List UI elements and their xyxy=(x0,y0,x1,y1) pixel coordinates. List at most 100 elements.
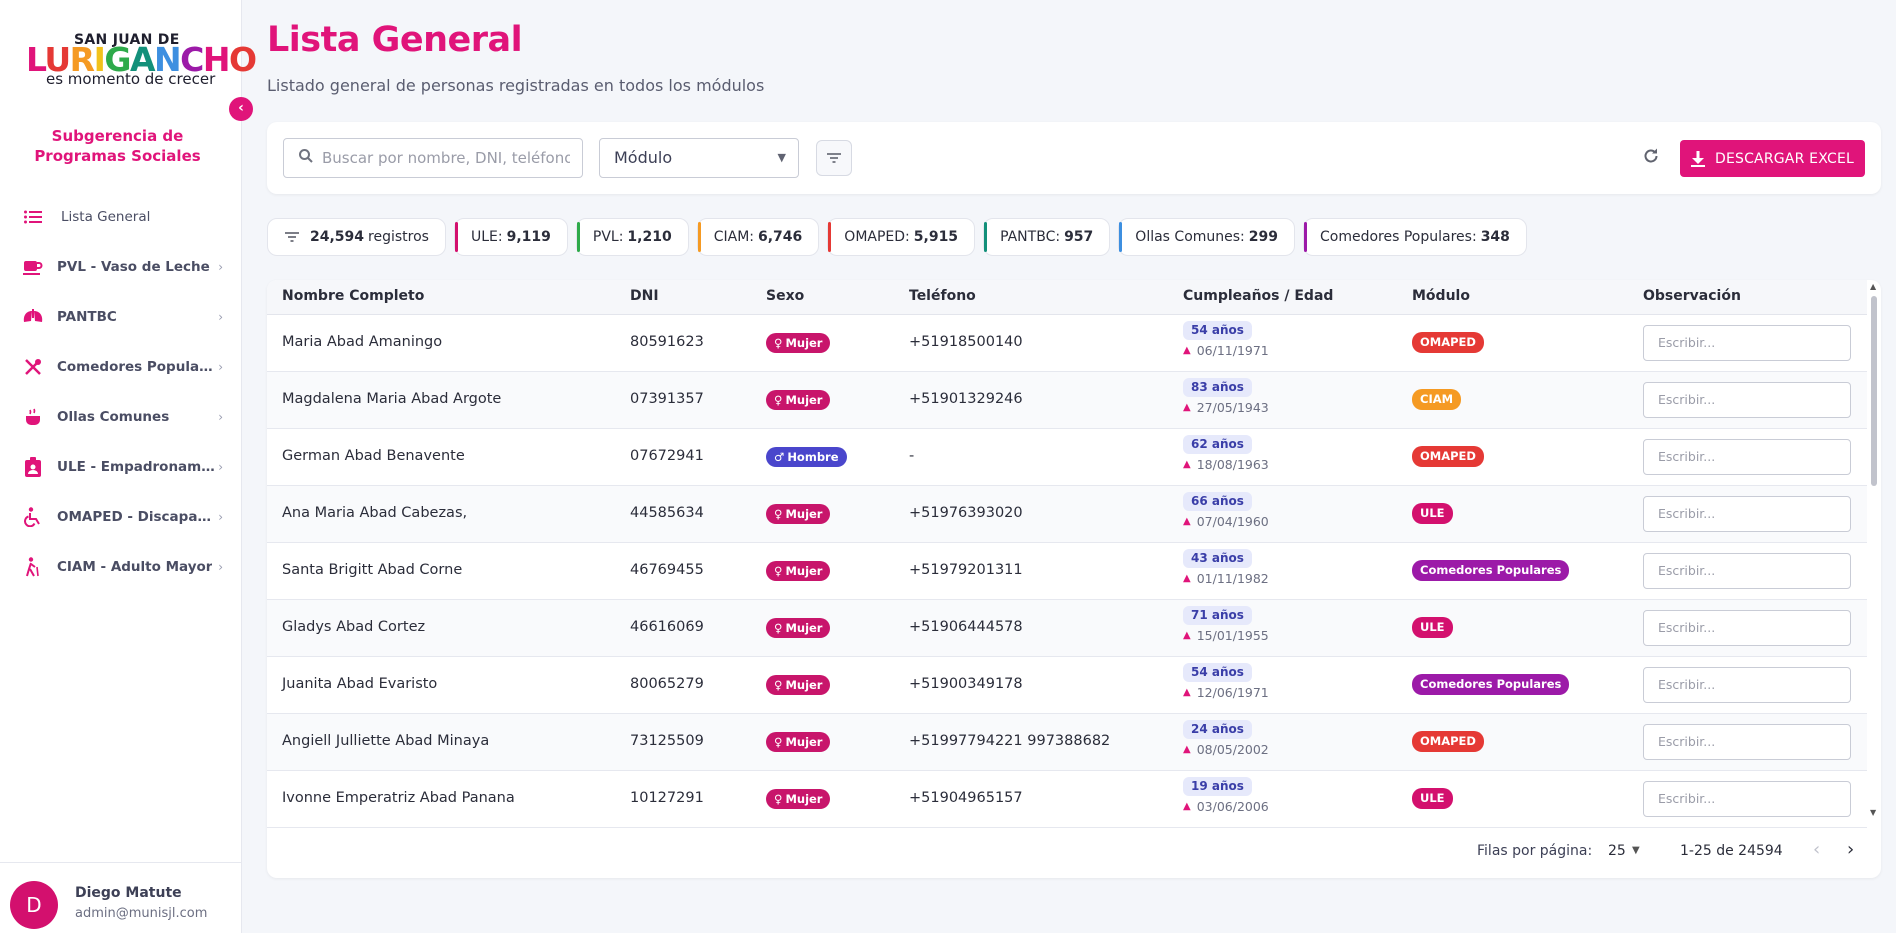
sidebar-item-omaped-discapacidad[interactable]: OMAPED - Discapacidad› xyxy=(0,492,241,542)
observation-input[interactable]: Escribir... xyxy=(1643,610,1851,646)
dni: 73125509 xyxy=(630,733,704,749)
dni: 46616069 xyxy=(630,619,704,635)
table-row[interactable]: Santa Brigitt Abad Corne 46769455 ♀ Mujer +… xyxy=(267,543,1867,600)
sidebar-item-ollas-comunes[interactable]: Ollas Comunes › xyxy=(0,392,241,442)
dni: 46769455 xyxy=(630,562,704,578)
birthday-age-cell: 62 años ▲ 18/08/1963 xyxy=(1183,435,1269,472)
age-badge: 71 años xyxy=(1183,606,1252,625)
user-panel[interactable]: D Diego Matute admin@munisjl.com xyxy=(0,862,241,933)
filter-icon xyxy=(285,232,299,242)
column-header[interactable]: Observación xyxy=(1643,280,1741,313)
person-name: Angiell Julliette Abad Minaya xyxy=(282,733,490,749)
table-row[interactable]: German Abad Benavente 07672941 ♂ Hombre - 62… xyxy=(267,429,1867,486)
cake-icon: ▲ xyxy=(1183,744,1191,755)
chevron-right-icon: › xyxy=(218,460,223,474)
table-row[interactable]: Juanita Abad Evaristo 80065279 ♀ Mujer +519… xyxy=(267,657,1867,714)
table-row[interactable]: Maria Abad Amaningo 80591623 ♀ Mujer +51918… xyxy=(267,315,1867,372)
column-header[interactable]: Cumpleaños / Edad xyxy=(1183,280,1333,313)
sidebar-item-ule-empadronamiento[interactable]: ULE - Empadronamiento› xyxy=(0,442,241,492)
module-badge: Comedores Populares xyxy=(1412,560,1570,581)
caret-down-icon[interactable]: ▼ xyxy=(1632,845,1640,856)
elderly-icon xyxy=(22,556,44,578)
table-row[interactable]: Magdalena Maria Abad Argote 07391357 ♀ Muj… xyxy=(267,372,1867,429)
sidebar-item-label: Ollas Comunes xyxy=(57,409,170,425)
module-select[interactable]: Módulo ▼ xyxy=(599,138,799,178)
sex-cell: ♀ Mujer xyxy=(766,789,831,809)
module-cell: OMAPED xyxy=(1412,446,1484,467)
people-table: Nombre Completo DNI Sexo Teléfono Cumpleaños… xyxy=(267,280,1881,878)
toolbar: Módulo ▼ DESCARGAR EXCEL xyxy=(267,122,1881,194)
chip-color-bar xyxy=(454,222,458,252)
filter-button[interactable] xyxy=(816,140,852,176)
column-header[interactable]: Teléfono xyxy=(909,280,976,313)
cake-icon: ▲ xyxy=(1183,345,1191,356)
observation-input[interactable]: Escribir... xyxy=(1643,553,1851,589)
birthday: 07/04/1960 xyxy=(1196,514,1269,529)
scrollbar-thumb[interactable] xyxy=(1871,296,1877,486)
module-cell: Comedores Populares xyxy=(1412,560,1570,581)
observation-input[interactable]: Escribir... xyxy=(1643,439,1851,475)
refresh-button[interactable] xyxy=(1637,144,1665,172)
sex-cell: ♀ Mujer xyxy=(766,390,831,410)
pagination: Filas por página: 25 ▼ 1-25 de 24594 ‹ › xyxy=(267,820,1881,878)
table-row[interactable]: Gladys Abad Cortez 46616069 ♀ Mujer +519064… xyxy=(267,600,1867,657)
rows-per-page-select[interactable]: 25 xyxy=(1608,843,1626,859)
module-badge: CIAM xyxy=(1412,389,1462,410)
page-title: Lista General xyxy=(267,20,523,60)
person-name: Gladys Abad Cortez xyxy=(282,619,426,635)
scroll-up-icon[interactable]: ▲ xyxy=(1870,282,1876,291)
birthday: 12/06/1971 xyxy=(1196,685,1269,700)
column-header[interactable]: DNI xyxy=(630,280,659,313)
module-count-chip: PANTBC: 957 xyxy=(983,218,1111,256)
phone: +51918500140 xyxy=(909,334,1023,350)
female-icon: ♀ xyxy=(774,678,783,692)
module-badge: ULE xyxy=(1412,503,1453,524)
sidebar-item-pvl-vaso-de-leche[interactable]: PVL - Vaso de Leche › xyxy=(0,242,241,292)
search-icon xyxy=(298,148,314,168)
sex-badge: ♀ Mujer xyxy=(766,561,831,581)
sex-cell: ♀ Mujer xyxy=(766,561,831,581)
column-header[interactable]: Módulo xyxy=(1412,280,1470,313)
search-input[interactable] xyxy=(322,149,570,167)
column-header[interactable]: Nombre Completo xyxy=(282,280,424,313)
birthday: 27/05/1943 xyxy=(1196,400,1269,415)
table-row[interactable]: Angiell Julliette Abad Minaya 73125509 ♀ M… xyxy=(267,714,1867,771)
sidebar-item-comedores-populares[interactable]: Comedores Populares › xyxy=(0,342,241,392)
observation-input[interactable]: Escribir... xyxy=(1643,325,1851,361)
female-icon: ♀ xyxy=(774,393,783,407)
sidebar-item-ciam-adulto-mayor[interactable]: CIAM - Adulto Mayor › xyxy=(0,542,241,592)
dni: 80065279 xyxy=(630,676,704,692)
sidebar-item-lista-general[interactable]: Lista General xyxy=(0,192,241,242)
observation-input[interactable]: Escribir... xyxy=(1643,724,1851,760)
cake-icon: ▲ xyxy=(1183,687,1191,698)
male-icon: ♂ xyxy=(774,450,785,464)
scroll-down-icon[interactable]: ▼ xyxy=(1870,808,1876,817)
table-row[interactable]: Ana Maria Abad Cabezas, 44585634 ♀ Mujer +5… xyxy=(267,486,1867,543)
cake-icon: ▲ xyxy=(1183,630,1191,641)
column-header[interactable]: Sexo xyxy=(766,280,804,313)
sex-cell: ♀ Mujer xyxy=(766,732,831,752)
birthday: 06/11/1971 xyxy=(1196,343,1269,358)
phone: - xyxy=(909,448,915,464)
observation-input[interactable]: Escribir... xyxy=(1643,781,1851,817)
observation-input[interactable]: Escribir... xyxy=(1643,382,1851,418)
module-cell: ULE xyxy=(1412,617,1453,638)
municipality-logo[interactable]: SAN JUAN DE LURIGANCHO es momento de cre… xyxy=(26,30,257,90)
sidebar-item-pantbc[interactable]: PANTBC › xyxy=(0,292,241,342)
filter-icon xyxy=(827,153,841,163)
chip-color-bar xyxy=(1304,222,1308,252)
table-scrollbar[interactable]: ▲ ▼ xyxy=(1868,280,1881,820)
observation-input[interactable]: Escribir... xyxy=(1643,667,1851,703)
search-box[interactable] xyxy=(283,138,583,178)
collapse-sidebar-button[interactable]: ‹ xyxy=(229,97,253,121)
download-excel-button[interactable]: DESCARGAR EXCEL xyxy=(1680,140,1865,177)
observation-input[interactable]: Escribir... xyxy=(1643,496,1851,532)
previous-page-button[interactable]: ‹ xyxy=(1813,839,1820,860)
female-icon: ♀ xyxy=(774,336,783,350)
age-badge: 54 años xyxy=(1183,663,1252,682)
download-icon xyxy=(1690,150,1705,167)
birthday-age-cell: 24 años ▲ 08/05/2002 xyxy=(1183,720,1269,757)
next-page-button[interactable]: › xyxy=(1847,839,1854,860)
module-count-chip: ULE: 9,119 xyxy=(453,218,568,256)
chevron-right-icon: › xyxy=(218,260,223,274)
